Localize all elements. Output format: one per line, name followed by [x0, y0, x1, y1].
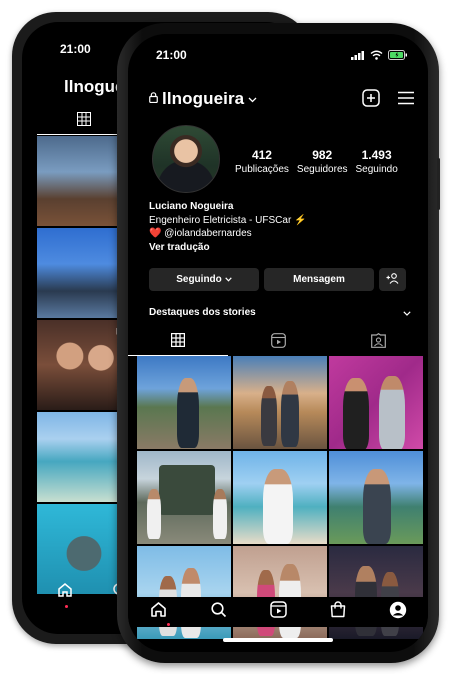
tab-tagged[interactable]: [328, 330, 428, 356]
bio-mention[interactable]: @iolandabernardes: [164, 228, 251, 239]
profile-bio: Luciano Nogueira Engenheiro Eletricista …: [149, 200, 307, 254]
home-icon[interactable]: [57, 582, 73, 603]
notch: [214, 34, 342, 56]
post-thumbnail-4[interactable]: [137, 451, 231, 544]
shop-icon[interactable]: [330, 601, 346, 623]
profile-full-name: Luciano Nogueira: [149, 201, 234, 212]
story-highlights-toggle[interactable]: Destaques dos stories: [149, 303, 411, 321]
back-status-time: 21:00: [60, 42, 91, 56]
status-icons: [351, 47, 408, 65]
notification-dot: [65, 605, 68, 608]
profile-username: llnogueira: [162, 89, 245, 108]
following-button[interactable]: Seguindo: [149, 268, 259, 291]
stat-followers-value: 982: [312, 148, 333, 162]
add-person-button[interactable]: [379, 268, 406, 291]
profile-actions: Seguindo Mensagem: [149, 268, 406, 291]
home-icon[interactable]: [150, 601, 167, 623]
bio-mention-line: ❤️ @iolandabernardes: [149, 227, 307, 241]
chevron-down-icon: [225, 274, 232, 285]
post-thumbnail-1[interactable]: [137, 356, 231, 449]
post-thumbnail-6[interactable]: [329, 451, 423, 544]
chevron-down-icon: [403, 303, 411, 321]
stat-posts-label: Publicações: [235, 164, 289, 175]
header-actions: [362, 89, 414, 112]
stat-following-label: Seguindo: [355, 164, 398, 175]
grid-icon: [171, 333, 186, 352]
stat-followers-label: Seguidores: [296, 164, 348, 175]
lock-icon: [149, 90, 158, 108]
battery-icon: [388, 47, 408, 65]
stat-posts-value: 412: [251, 148, 272, 162]
grid-icon[interactable]: [77, 112, 91, 131]
story-highlights-label: Destaques dos stories: [149, 306, 256, 318]
tab-reels[interactable]: [228, 330, 328, 356]
chevron-down-icon: [248, 90, 257, 108]
bottom-nav: [128, 597, 428, 627]
following-button-label: Seguindo: [176, 274, 222, 285]
front-phone: 21:00 llnogueira 412 Publicações 982 Seg…: [117, 23, 440, 663]
status-time: 21:00: [156, 48, 187, 62]
menu-icon[interactable]: [398, 91, 414, 110]
profile-icon[interactable]: [389, 601, 407, 624]
home-indicator: [223, 638, 333, 642]
tagged-icon: [370, 332, 386, 353]
account-switcher[interactable]: llnogueira: [149, 89, 257, 109]
profile-avatar[interactable]: [152, 125, 220, 193]
see-translation-link[interactable]: Ver tradução: [149, 241, 307, 255]
profile-tabs: [128, 330, 428, 356]
front-phone-screen: 21:00 llnogueira 412 Publicações 982 Seg…: [128, 34, 428, 652]
tab-posts[interactable]: [128, 330, 228, 356]
message-button[interactable]: Mensagem: [264, 268, 374, 291]
reels-icon: [270, 333, 286, 353]
post-thumbnail-5[interactable]: [233, 451, 327, 544]
stat-followers[interactable]: 982 Seguidores: [297, 148, 348, 175]
stat-following[interactable]: 1.493 Seguindo: [356, 148, 398, 175]
add-person-icon: [386, 272, 399, 287]
notification-dot: [167, 623, 170, 626]
side-button: [437, 158, 440, 210]
profile-stats: 412 Publicações 982 Seguidores 1.493 Seg…: [235, 148, 398, 175]
search-icon[interactable]: [210, 601, 227, 623]
new-post-icon[interactable]: [362, 89, 380, 112]
wifi-icon: [370, 47, 383, 65]
heart-emoji: ❤️: [149, 228, 162, 239]
bio-line: Engenheiro Eletricista - UFSCar ⚡: [149, 214, 307, 226]
signal-icon: [351, 47, 365, 65]
stat-posts[interactable]: 412 Publicações: [235, 148, 289, 175]
post-thumbnail-2[interactable]: [233, 356, 327, 449]
post-thumbnail-3[interactable]: [329, 356, 423, 449]
reels-icon[interactable]: [269, 601, 287, 623]
message-button-label: Mensagem: [293, 274, 345, 285]
stat-following-value: 1.493: [361, 148, 392, 162]
